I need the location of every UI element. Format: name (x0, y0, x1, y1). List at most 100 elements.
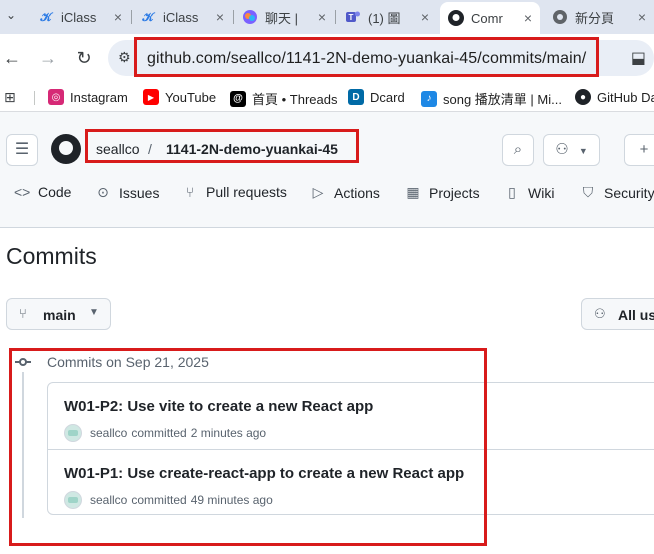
music-icon: ♪ (421, 90, 437, 107)
commit-meta: seallco committed 2 minutes ago (64, 424, 266, 442)
commit-message-link[interactable]: W01-P1: Use create-react-app to create a… (64, 465, 464, 482)
tab-title: (1) 圖 (368, 10, 401, 26)
install-app-icon[interactable]: ⬓ (631, 48, 646, 68)
commit-list: W01-P2: Use vite to create a new React a… (47, 382, 654, 515)
tab-label: Security (604, 184, 654, 201)
address-bar[interactable]: ⚙ github.com/seallco/1141-2N-demo-yuanka… (108, 40, 654, 76)
hamburger-menu-icon[interactable]: ☰ (6, 134, 38, 166)
avatar[interactable] (64, 491, 82, 509)
tab-title: 新分頁 (575, 10, 615, 26)
bookmark-youtube[interactable]: ▶ YouTube (143, 89, 216, 105)
tab-label: Actions (334, 184, 380, 201)
close-tab-icon[interactable]: × (318, 9, 326, 25)
tab-label: Code (38, 184, 72, 200)
tab-issues[interactable]: ⊙ Issues (95, 184, 159, 201)
close-tab-icon[interactable]: × (638, 9, 646, 25)
commit-message-link[interactable]: W01-P2: Use vite to create a new React a… (64, 398, 373, 415)
browser-tab[interactable]: 聊天 | × (234, 4, 334, 30)
close-tab-icon[interactable]: × (114, 9, 122, 25)
close-tab-icon[interactable]: × (216, 9, 224, 25)
tab-wiki[interactable]: ▯ Wiki (504, 184, 554, 201)
commit-author-link[interactable]: seallco (90, 493, 127, 507)
tab-label: Wiki (528, 184, 555, 201)
bookmark-song-playlist[interactable]: ♪ song 播放清單 | Mi... (421, 89, 562, 108)
play-icon: ▷ (312, 184, 324, 200)
page-title: Commits (6, 243, 97, 269)
repo-owner-link[interactable]: seallco (96, 141, 140, 157)
commit-time: 2 minutes ago (190, 426, 267, 440)
bookmark-instagram[interactable]: ◎ Instagram (48, 89, 128, 105)
reload-icon[interactable]: ↻ (72, 46, 96, 70)
copilot-button[interactable]: ⚇ ▼ (543, 134, 600, 166)
bookmark-github[interactable]: ● GitHub Da (575, 89, 654, 105)
avatar[interactable] (64, 424, 82, 442)
tab-pull-requests[interactable]: ⑂ Pull requests (182, 184, 287, 200)
browser-tab[interactable]: 𝒦 iClass × (132, 4, 232, 30)
breadcrumb-separator: / (148, 141, 152, 157)
browser-tab[interactable]: 𝒦 iClass × (30, 4, 130, 30)
chevron-down-icon: ▼ (578, 146, 588, 156)
close-tab-icon[interactable]: × (524, 10, 532, 26)
tab-search-chevron-icon[interactable]: ⌄ (6, 8, 16, 22)
dcard-icon: D (348, 89, 364, 105)
tab-title: iClass (163, 9, 199, 25)
code-icon: <> (14, 184, 31, 200)
github-icon: ● (575, 89, 591, 105)
users-filter-label: All us (618, 307, 654, 323)
commit-time: 49 minutes ago (190, 493, 273, 507)
back-arrow-icon[interactable]: ← (0, 46, 24, 70)
bookmark-threads[interactable]: @ 首頁 • Threads (230, 89, 337, 108)
browser-tab-active[interactable]: Comr × (440, 2, 540, 34)
bookmark-divider (34, 91, 35, 105)
repo-name-link[interactable]: 1141-2N-demo-yuankai-45 (166, 141, 338, 157)
browser-tab[interactable]: T (1) 圖 × (337, 4, 437, 30)
copilot-icon: ⚇ (555, 141, 569, 158)
commit-verb: committed (131, 426, 187, 440)
shield-icon: ⛉ (582, 184, 594, 200)
book-icon: ▯ (508, 184, 516, 200)
issue-icon: ⊙ (97, 184, 109, 200)
forward-arrow-icon[interactable]: → (36, 46, 60, 70)
branch-name: main (43, 307, 76, 323)
commit-row[interactable]: W01-P2: Use vite to create a new React a… (48, 383, 654, 449)
pull-request-icon: ⑂ (185, 184, 195, 200)
tab-divider (335, 10, 336, 24)
tab-title: 聊天 | (265, 10, 298, 26)
git-branch-icon: ⑂ (19, 306, 27, 321)
create-new-button[interactable]: + (624, 134, 654, 166)
tab-title: Comr (471, 10, 503, 26)
users-filter-button[interactable]: ⚇ All us (581, 298, 654, 330)
github-logo-icon[interactable] (51, 134, 81, 164)
copilot-icon (242, 9, 258, 25)
github-icon (448, 10, 464, 26)
tab-code[interactable]: <> Code (14, 184, 71, 200)
tab-label: Pull requests (206, 184, 287, 200)
bookmark-label: Dcard (370, 89, 405, 105)
commit-verb: committed (131, 493, 187, 507)
close-tab-icon[interactable]: × (421, 9, 429, 25)
bookmark-dcard[interactable]: D Dcard (348, 89, 405, 105)
url-text[interactable]: github.com/seallco/1141-2N-demo-yuankai-… (147, 50, 586, 68)
search-icon[interactable]: ⌕ (502, 134, 534, 166)
bookmark-label: 首頁 • Threads (252, 92, 338, 107)
bookmark-label: YouTube (165, 89, 217, 105)
git-commit-icon (15, 355, 31, 369)
site-info-icon[interactable]: ⚙ (118, 49, 131, 66)
chrome-icon (552, 9, 568, 25)
browser-tab[interactable]: 新分頁 × (544, 4, 654, 30)
commit-row[interactable]: W01-P1: Use create-react-app to create a… (48, 449, 654, 515)
commit-meta: seallco committed 49 minutes ago (64, 491, 273, 509)
tab-actions[interactable]: ▷ Actions (310, 184, 380, 201)
tab-security[interactable]: ⛉ Security (580, 184, 654, 201)
tab-projects[interactable]: ▦ Projects (405, 184, 480, 201)
commit-author-link[interactable]: seallco (90, 426, 127, 440)
svg-text:T: T (349, 13, 354, 22)
iclass-icon: 𝒦 (142, 9, 154, 24)
tab-label: Issues (119, 184, 160, 201)
caret-down-icon: ▼ (89, 307, 99, 318)
branch-selector-button[interactable]: ⑂ main ▼ (6, 298, 111, 330)
apps-grid-icon[interactable]: ⊞ (4, 89, 16, 106)
browser-toolbar: ← → ↻ ⚙ github.com/seallco/1141-2N-demo-… (0, 34, 654, 82)
tab-label: Projects (429, 184, 480, 201)
instagram-icon: ◎ (48, 89, 64, 105)
